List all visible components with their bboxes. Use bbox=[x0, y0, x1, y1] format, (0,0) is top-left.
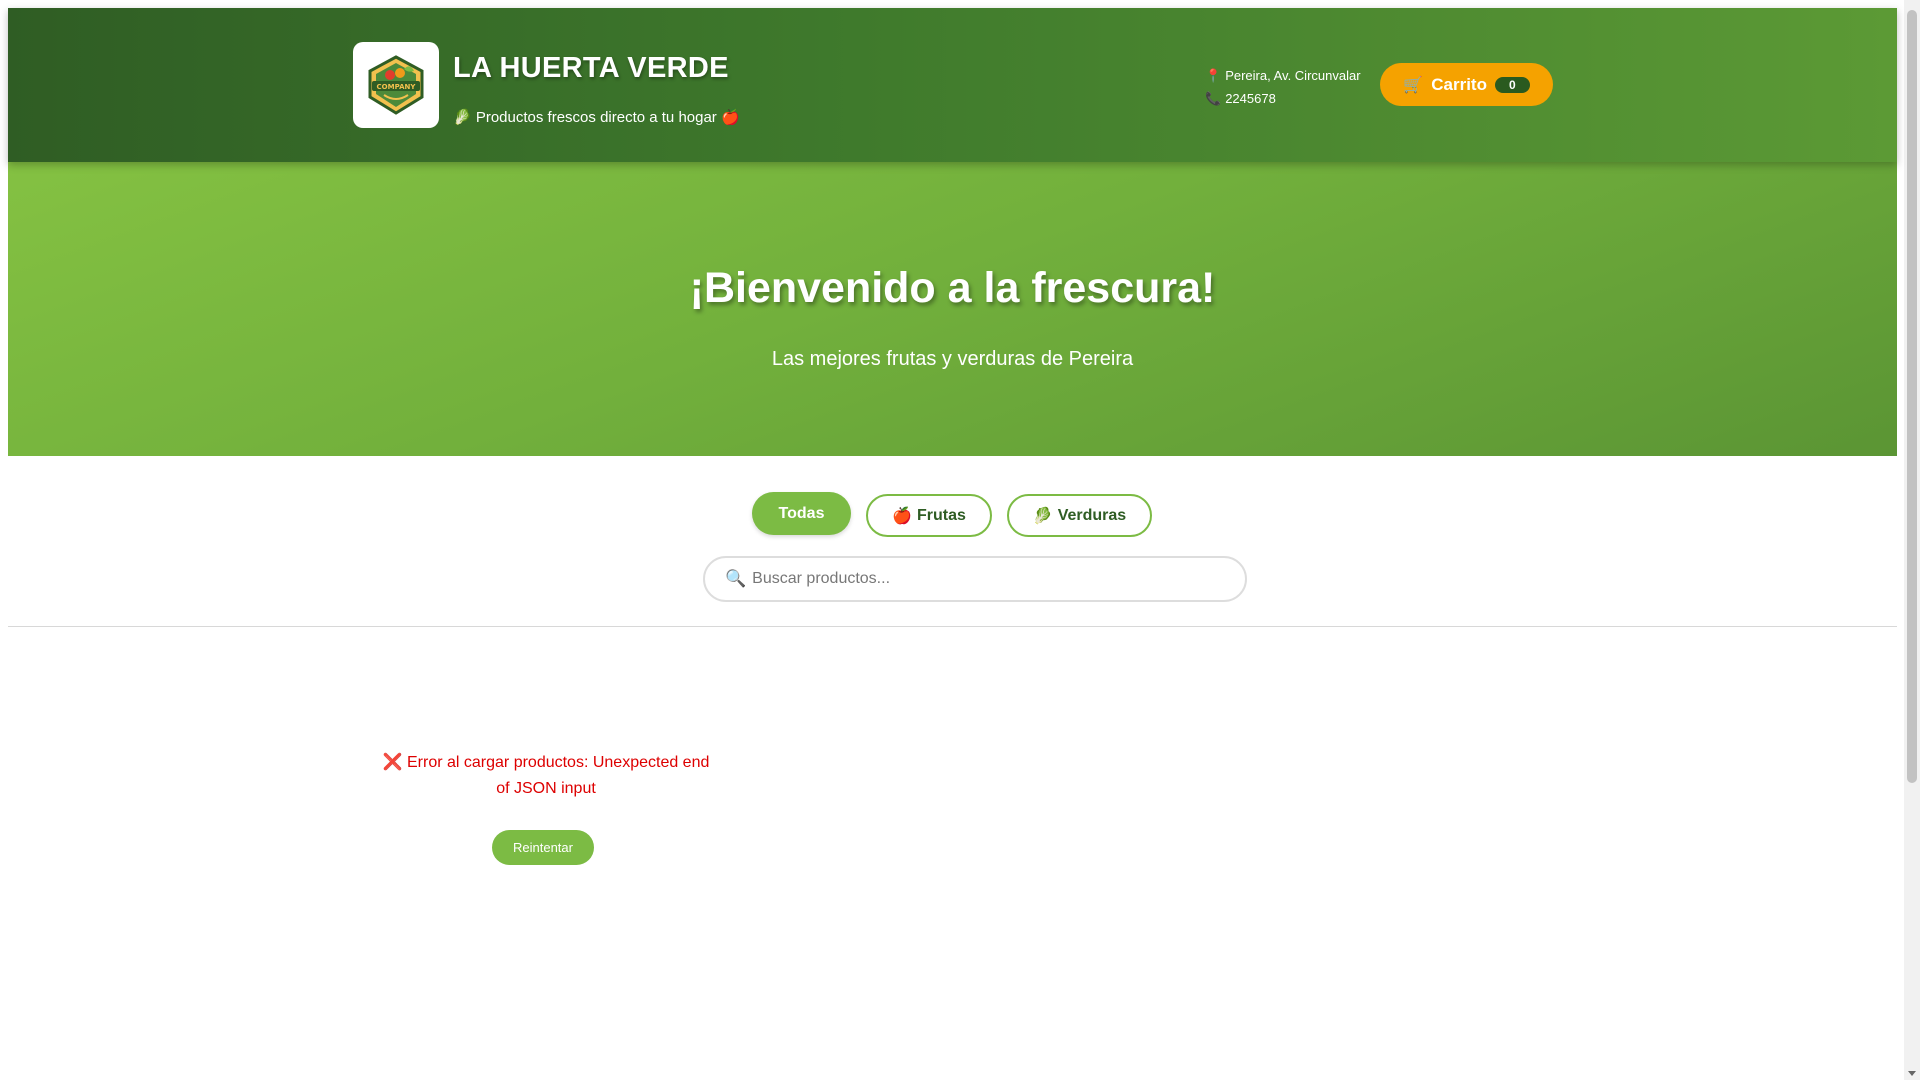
site-header: COMPANY LA HUERTA VERDE 🥬 Productos fres… bbox=[8, 8, 1897, 162]
svg-text:COMPANY: COMPANY bbox=[377, 83, 417, 91]
scrollbar-thumb[interactable] bbox=[1907, 10, 1917, 783]
cart-icon: 🛒 bbox=[1403, 76, 1424, 94]
hero-banner: ¡Bienvenido a la frescura! Las mejores f… bbox=[8, 162, 1897, 456]
filter-tab-frutas[interactable]: 🍎 Frutas bbox=[866, 494, 992, 537]
error-message: ❌ Error al cargar productos: Unexpected … bbox=[382, 754, 710, 797]
filter-tab-todas[interactable]: Todas bbox=[752, 492, 851, 535]
logo[interactable]: COMPANY bbox=[353, 42, 439, 128]
address-text: Pereira, Av. Circunvalar bbox=[1225, 68, 1361, 83]
brand-tagline: 🥬 Productos frescos directo a tu hogar 🍎 bbox=[453, 109, 740, 126]
filter-tab-label: Frutas bbox=[917, 506, 966, 524]
phone-text: 2245678 bbox=[1225, 91, 1276, 106]
page: COMPANY LA HUERTA VERDE 🥬 Productos fres… bbox=[8, 8, 1897, 1080]
cart-button[interactable]: 🛒 Carrito 0 bbox=[1380, 63, 1553, 106]
phone-line: 📞 2245678 bbox=[1205, 87, 1361, 110]
filter-tab-label: Verduras bbox=[1057, 506, 1127, 524]
retry-button[interactable]: Reintentar bbox=[492, 830, 594, 865]
search-icon: 🔍 bbox=[725, 569, 747, 588]
phone-icon: 📞 bbox=[1205, 91, 1222, 106]
brand-title: LA HUERTA VERDE bbox=[453, 52, 729, 84]
contact-info: 📍 Pereira, Av. Circunvalar 📞 2245678 bbox=[1205, 64, 1361, 110]
hero-title: ¡Bienvenido a la frescura! bbox=[689, 264, 1216, 312]
search-box[interactable]: 🔍 bbox=[703, 556, 1247, 602]
filter-bar: Todas 🍎 Frutas 🥬 Verduras 🔍 bbox=[8, 456, 1897, 626]
filter-tab-verduras[interactable]: 🥬 Verduras bbox=[1007, 494, 1152, 537]
hero-subtitle: Las mejores frutas y verduras de Pereira bbox=[771, 348, 1134, 370]
apple-icon: 🍎 bbox=[892, 507, 912, 525]
cart-count-badge: 0 bbox=[1494, 76, 1530, 93]
search-input[interactable] bbox=[752, 570, 1233, 588]
address-line: 📍 Pereira, Av. Circunvalar bbox=[1205, 64, 1361, 87]
scroll-down-arrow-icon[interactable] bbox=[1908, 1071, 1916, 1076]
section-divider bbox=[8, 626, 1897, 627]
cart-label: Carrito bbox=[1431, 74, 1487, 94]
location-pin-icon: 📍 bbox=[1205, 68, 1222, 83]
page-scrollbar[interactable] bbox=[1904, 0, 1920, 1080]
leafy-green-icon: 🥬 bbox=[1032, 507, 1053, 525]
company-badge-logo-icon: COMPANY bbox=[368, 55, 424, 115]
filter-tab-label: Todas bbox=[778, 504, 825, 522]
